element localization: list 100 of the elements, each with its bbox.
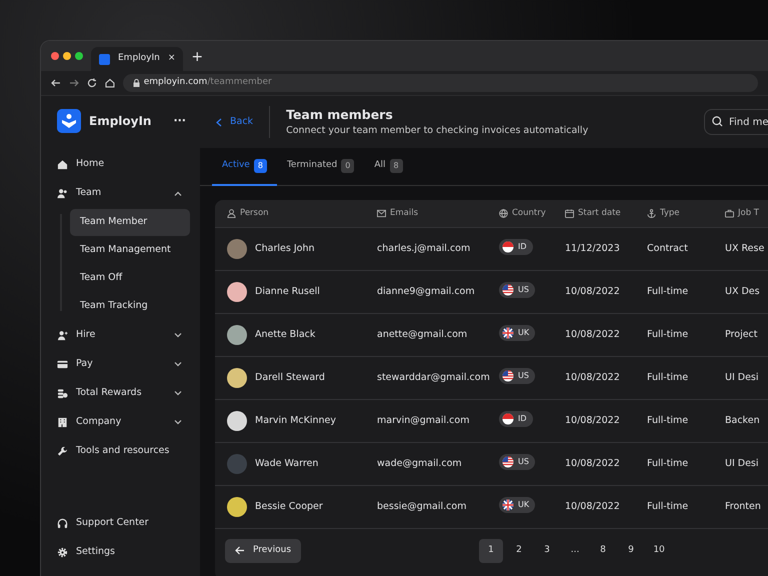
job-title-cell-text: Fronten	[725, 500, 762, 514]
avatar-placeholder	[227, 239, 247, 259]
country-tag: ID	[499, 411, 533, 428]
sidebar-item[interactable]: Tools and resources	[57, 437, 190, 466]
job-title-cell-text: UX Rese	[725, 242, 766, 256]
back-arrow-icon[interactable]	[51, 78, 61, 88]
search-icon	[712, 116, 723, 127]
flag-icon	[502, 241, 514, 254]
person-add-icon	[57, 330, 68, 341]
new-tab-button[interactable]: +	[191, 47, 204, 68]
sidebar-item[interactable]: Hire	[57, 321, 190, 350]
home-icon[interactable]	[104, 78, 115, 88]
briefcase-icon	[725, 209, 734, 218]
page-button[interactable]: ...	[563, 538, 588, 562]
country-tag: UK	[499, 325, 536, 342]
wrench-icon	[57, 446, 68, 457]
person-name: Wade Warren	[255, 456, 318, 471]
sidebar-item[interactable]: Settings	[57, 538, 190, 567]
tab[interactable]: Terminated 0	[276, 148, 364, 186]
back-button[interactable]: Back	[216, 106, 270, 138]
page-title: Team members	[286, 106, 394, 124]
sidebar-item[interactable]: Support Center	[57, 509, 190, 538]
job-title-cell-text: Backen	[725, 414, 761, 428]
column-header: Job T	[738, 207, 759, 220]
column-header: Type	[660, 207, 680, 220]
close-window-icon[interactable]	[51, 52, 59, 60]
email-cell-text: bessie@gmail.com	[377, 500, 468, 514]
email-cell-text: anette@gmail.com	[377, 328, 468, 342]
page-button[interactable]: 8	[591, 538, 616, 562]
avatar-placeholder	[227, 454, 247, 474]
date-cell-text: 10/08/2022	[565, 500, 621, 514]
type-cell-text: Full-time	[647, 414, 690, 428]
page-button[interactable]: 2	[507, 538, 532, 562]
email-cell-text: dianne9@gmail.com	[377, 284, 476, 299]
tab[interactable]: All 8	[364, 148, 413, 186]
column-header: Emails	[390, 207, 418, 220]
submenu-item[interactable]: Team Off	[70, 265, 190, 292]
person-name: Charles John	[255, 242, 314, 256]
forward-arrow-icon[interactable]	[68, 78, 79, 88]
person-name: Darell Steward	[255, 370, 325, 385]
date-cell-text: 10/08/2022	[565, 328, 621, 342]
sidebar-item[interactable]: Team	[57, 179, 190, 208]
arrow-left-icon	[235, 546, 245, 555]
person-name: Bessie Cooper	[255, 500, 323, 514]
more-button[interactable]: ···	[173, 112, 186, 130]
minimize-window-icon[interactable]	[63, 52, 71, 60]
submenu-item[interactable]: Team Management	[70, 237, 190, 264]
search-field[interactable]: Find me	[704, 109, 768, 135]
tab[interactable]: Active 8	[212, 148, 277, 186]
coins-icon	[57, 388, 68, 399]
maximize-window-icon[interactable]	[75, 52, 83, 60]
person-name: Dianne Rusell	[255, 284, 320, 299]
person-icon	[227, 209, 236, 218]
previous-button[interactable]: Previous	[225, 538, 302, 562]
page-button[interactable]: 10	[647, 538, 672, 562]
column-header: Person	[240, 207, 269, 220]
country-tag: UK	[499, 497, 536, 514]
tab-title: EmployIn	[118, 52, 160, 66]
job-title-cell-text: UI Desi	[725, 456, 760, 471]
page-button[interactable]: 3	[535, 538, 560, 562]
chevron-down-icon	[174, 391, 182, 396]
brand-name: EmployIn	[89, 113, 152, 130]
globe-icon	[499, 209, 508, 218]
home-icon	[57, 159, 68, 170]
count-badge: 8	[254, 159, 267, 173]
date-cell-text: 11/12/2023	[565, 242, 621, 256]
sidebar-item[interactable]: Pay	[57, 350, 190, 379]
submenu-item[interactable]: Team Tracking	[70, 293, 190, 320]
page-subtitle: Connect your team member to checking invoices automatically	[286, 124, 588, 138]
submenu-item[interactable]: Team Member	[70, 209, 190, 236]
settings-icon	[57, 547, 68, 558]
flag-icon	[502, 499, 514, 512]
browser-tab[interactable]: EmployIn ×	[91, 47, 184, 71]
type-cell-text: Contract	[647, 242, 689, 256]
flag-icon	[502, 284, 514, 296]
reload-icon[interactable]	[86, 78, 97, 88]
country-tag: ID	[499, 239, 533, 256]
person-name: Anette Black	[255, 328, 316, 342]
type-cell-text: Full-time	[647, 284, 690, 299]
mail-icon	[377, 209, 386, 218]
anchor-icon	[647, 209, 656, 218]
date-cell-text: 10/08/2022	[565, 414, 621, 428]
address-bar[interactable]: employin.com/teammember	[122, 74, 758, 92]
count-badge: 8	[390, 159, 403, 173]
date-cell-text: 10/08/2022	[565, 284, 621, 299]
page-button[interactable]: 1	[479, 538, 504, 562]
count-badge: 0	[341, 159, 354, 173]
tab-close-button[interactable]: ×	[168, 52, 176, 66]
page-button[interactable]: 9	[619, 538, 644, 562]
chevron-left-icon	[216, 118, 222, 126]
country-tag: US	[499, 368, 535, 384]
avatar-placeholder	[227, 411, 247, 431]
sidebar-item[interactable]: Home	[57, 150, 190, 179]
sidebar-item[interactable]: Company	[57, 408, 190, 437]
chevron-down-icon	[174, 362, 182, 367]
sidebar-item[interactable]: Total Rewards	[57, 379, 190, 408]
person-name: Marvin McKinney	[255, 414, 336, 428]
type-cell-text: Full-time	[647, 328, 690, 342]
job-title-cell-text: UI Desi	[725, 370, 760, 385]
building-icon	[57, 417, 68, 428]
